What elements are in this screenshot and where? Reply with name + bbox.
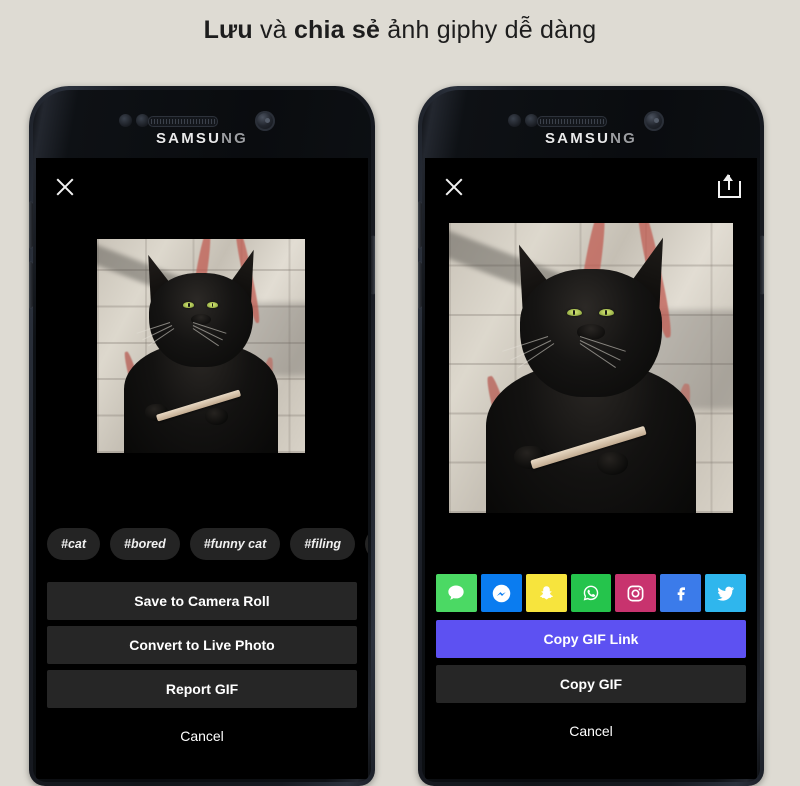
tag-pill[interactable]: #filing <box>290 528 356 560</box>
save-to-camera-roll-button[interactable]: Save to Camera Roll <box>47 582 357 620</box>
close-icon[interactable] <box>443 176 465 198</box>
page-title-part-2: và <box>252 16 294 44</box>
tag-pill[interactable]: #funny cat <box>189 528 281 560</box>
brand-logo-right: SAMSUNG <box>544 130 638 147</box>
page-title-part-3: chia sẻ <box>293 16 381 44</box>
cancel-button[interactable]: Cancel <box>47 716 357 756</box>
page-title-part-1: Lưu <box>203 16 253 44</box>
action-sheet-right: Copy GIF Link Copy GIF Cancel <box>425 574 757 751</box>
share-app-row <box>436 574 747 612</box>
phone-left-body: SAMSUNG #cat #bored #funny cat #filing S… <box>33 90 371 782</box>
phone-right-body: SAMSUNG Copy GIF Link Copy GIF Cancel <box>422 90 760 782</box>
share-twitter-button[interactable] <box>705 574 747 612</box>
share-facebook-button[interactable] <box>660 574 702 612</box>
share-whatsapp-button[interactable] <box>570 574 612 612</box>
share-snapchat-button[interactable] <box>525 574 567 612</box>
power-button[interactable] <box>371 236 375 294</box>
phone-left: SAMSUNG #cat #bored #funny cat #filing S… <box>29 86 375 786</box>
copy-gif-button[interactable]: Copy GIF <box>436 665 746 703</box>
proximity-sensor-icon <box>119 114 151 128</box>
gif-preview-right[interactable] <box>444 218 738 518</box>
tag-list-left: #cat #bored #funny cat #filing #n <box>36 528 368 560</box>
gif-preview-left[interactable] <box>92 234 310 458</box>
cancel-button[interactable]: Cancel <box>436 711 746 751</box>
share-icon[interactable] <box>718 172 741 198</box>
appbar-left <box>36 158 368 216</box>
screen-left: #cat #bored #funny cat #filing #n Save t… <box>36 158 368 779</box>
convert-to-live-photo-button[interactable]: Convert to Live Photo <box>47 626 357 664</box>
cat-artwork <box>97 239 305 453</box>
appbar-right <box>425 158 757 216</box>
share-messages-button[interactable] <box>436 574 477 612</box>
phone-right: SAMSUNG Copy GIF Link Copy GIF Cancel <box>418 86 764 786</box>
front-camera-icon <box>255 111 275 131</box>
power-button[interactable] <box>760 236 764 294</box>
brand-logo-left: SAMSUNG <box>155 130 249 147</box>
tag-pill[interactable]: #n <box>365 528 368 560</box>
screen-right: Copy GIF Link Copy GIF Cancel <box>425 158 757 779</box>
report-gif-button[interactable]: Report GIF <box>47 670 357 708</box>
tag-pill[interactable]: #bored <box>110 528 180 560</box>
copy-gif-link-button[interactable]: Copy GIF Link <box>436 620 746 658</box>
gif-image <box>449 223 733 513</box>
cat-artwork <box>449 223 733 513</box>
share-instagram-button[interactable] <box>615 574 657 612</box>
front-camera-icon <box>644 111 664 131</box>
earpiece-speaker-icon <box>148 116 218 127</box>
sensor-row <box>33 111 371 131</box>
page-title-part-4: ảnh giphy dễ dàng <box>380 16 597 44</box>
close-icon[interactable] <box>54 176 76 198</box>
page-title: Lưu và chia sẻ ảnh giphy dễ dàng <box>0 16 800 45</box>
action-sheet-left: Save to Camera Roll Convert to Live Phot… <box>36 582 368 756</box>
earpiece-speaker-icon <box>537 116 607 127</box>
sensor-row <box>422 111 760 131</box>
proximity-sensor-icon <box>508 114 540 128</box>
share-messenger-button[interactable] <box>480 574 522 612</box>
tag-pill[interactable]: #cat <box>47 528 101 560</box>
gif-image <box>97 239 305 453</box>
